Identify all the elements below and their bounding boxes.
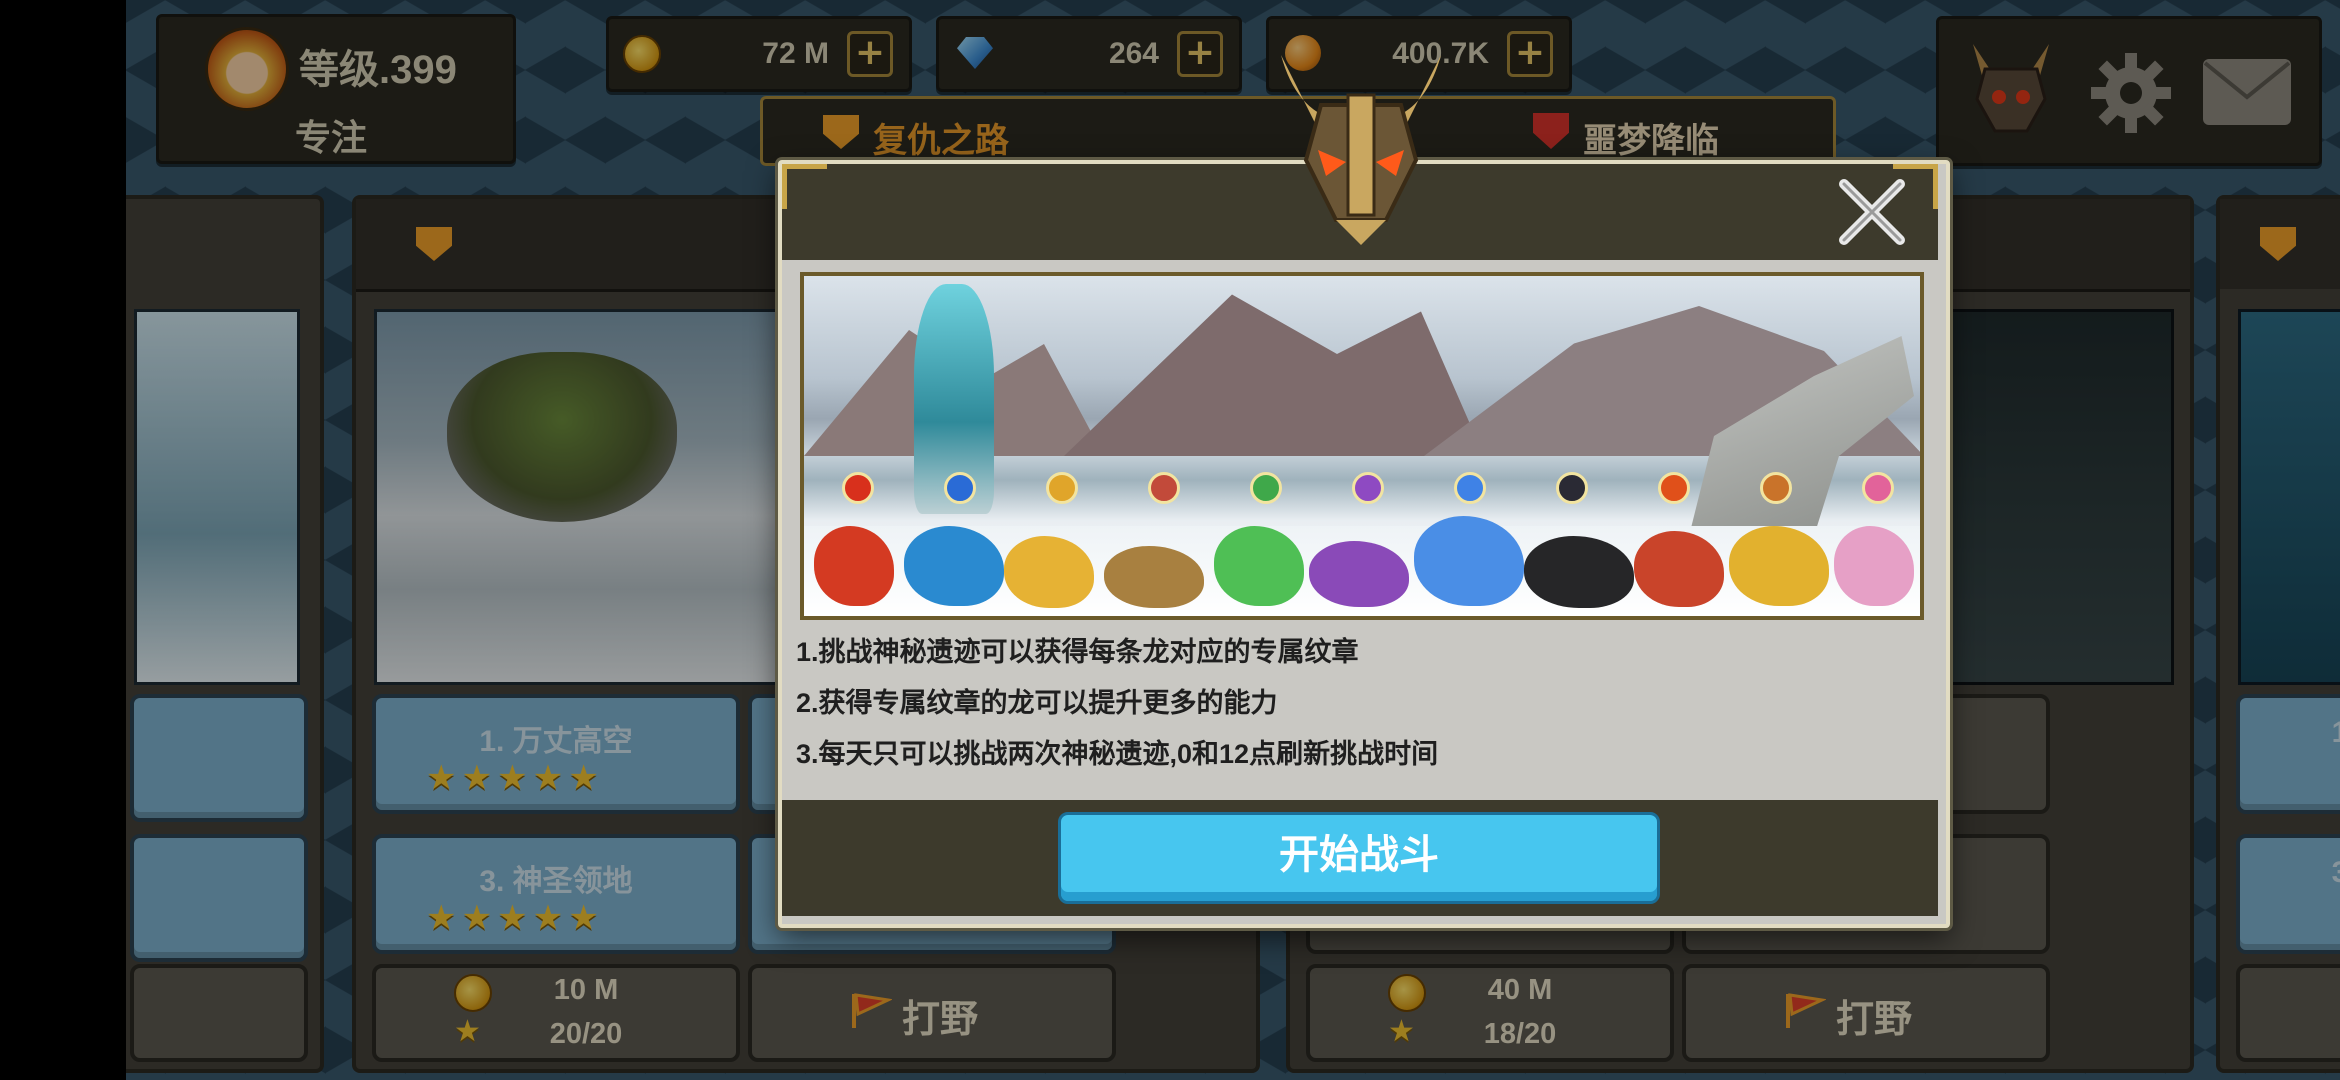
rule-line-3: 3.每天只可以挑战两次神秘遗迹,0和12点刷新挑战时间 xyxy=(796,739,1439,769)
rule-line-2: 2.获得专属纹章的龙可以提升更多的能力 xyxy=(796,688,1278,718)
dragons-banner-image xyxy=(800,272,1924,620)
ruins-challenge-dialog: 1.挑战神秘遗迹可以获得每条龙对应的专属纹章 2.获得专属纹章的龙可以提升更多的… xyxy=(778,55,1950,928)
mountain xyxy=(1064,294,1484,456)
ice-emblem-icon xyxy=(1454,472,1486,504)
earth-emblem-icon xyxy=(1046,472,1078,504)
gold-emblem-icon xyxy=(1760,472,1792,504)
flower-emblem-icon xyxy=(1862,472,1894,504)
close-icon[interactable] xyxy=(1836,176,1908,248)
nature-emblem-icon xyxy=(1250,472,1282,504)
magic-emblem-icon xyxy=(1352,472,1384,504)
fire-emblem-icon xyxy=(842,472,874,504)
flame-emblem-icon xyxy=(1658,472,1690,504)
dragon-crest-icon xyxy=(1281,55,1441,245)
game-screen: 1. 万丈高空 ★ ★ ★ ★ ★ 3. 神圣领地 ★ ★ ★ ★ ★ 10 M xyxy=(126,0,2340,1080)
rule-line-1: 1.挑战神秘遗迹可以获得每条龙对应的专属纹章 xyxy=(796,637,1359,667)
crystal-emblem-icon xyxy=(1148,472,1180,504)
dark-emblem-icon xyxy=(1556,472,1588,504)
frame-corner xyxy=(782,164,827,209)
start-battle-button[interactable]: 开始战斗 xyxy=(1058,812,1660,904)
water-emblem-icon xyxy=(944,472,976,504)
